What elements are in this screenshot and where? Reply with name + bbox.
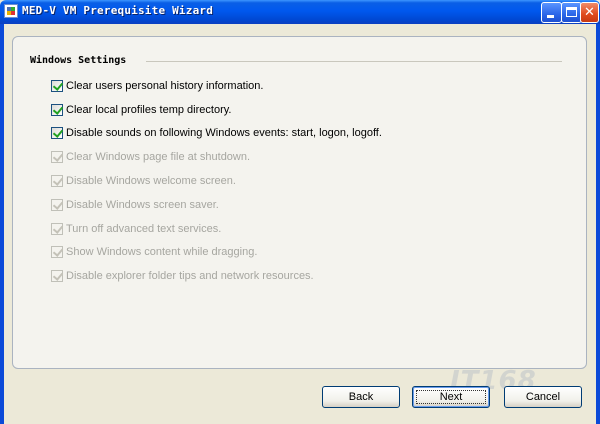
minimize-button[interactable] <box>541 2 562 23</box>
cancel-button[interactable]: Cancel <box>504 386 582 408</box>
option-label: Turn off advanced text services. <box>66 223 222 235</box>
option-clear-temp[interactable]: Clear local profiles temp directory. <box>51 102 231 118</box>
option-label: Disable sounds on following Windows even… <box>66 127 382 139</box>
option-disable-folder-tips: Disable explorer folder tips and network… <box>51 268 314 284</box>
app-icon <box>4 4 18 18</box>
window-title: MED-V VM Prerequisite Wizard <box>22 4 214 17</box>
close-icon: ✕ <box>584 5 595 20</box>
checkbox[interactable] <box>51 127 63 139</box>
focus-ring <box>416 390 486 404</box>
option-label: Disable Windows screen saver. <box>66 199 219 211</box>
option-disable-sounds[interactable]: Disable sounds on following Windows even… <box>51 125 382 141</box>
option-label: Clear users personal history information… <box>66 80 264 92</box>
option-label: Show Windows content while dragging. <box>66 246 258 258</box>
option-clear-history[interactable]: Clear users personal history information… <box>51 78 263 94</box>
checkbox <box>51 175 63 187</box>
option-label: Disable explorer folder tips and network… <box>66 270 314 282</box>
option-label: Clear local profiles temp directory. <box>66 104 232 116</box>
group-divider <box>146 61 562 62</box>
window-frame-right <box>596 24 600 424</box>
checkbox <box>51 151 63 163</box>
checkbox <box>51 246 63 258</box>
group-title: Windows Settings <box>30 55 127 66</box>
checkbox[interactable] <box>51 104 63 116</box>
checkbox[interactable] <box>51 80 63 92</box>
checkbox <box>51 270 63 282</box>
checkbox <box>51 223 63 235</box>
maximize-button[interactable] <box>561 2 582 23</box>
back-button[interactable]: Back <box>322 386 400 408</box>
checkbox <box>51 199 63 211</box>
maximize-icon <box>566 7 577 17</box>
title-bar[interactable]: MED-V VM Prerequisite Wizard ✕ <box>0 0 600 24</box>
next-button[interactable]: Next <box>412 386 490 408</box>
option-clear-pagefile: Clear Windows page file at shutdown. <box>51 149 250 165</box>
option-disable-welcome: Disable Windows welcome screen. <box>51 173 236 189</box>
close-button[interactable]: ✕ <box>580 2 599 23</box>
option-show-content-dragging: Show Windows content while dragging. <box>51 244 257 260</box>
option-label: Clear Windows page file at shutdown. <box>66 151 251 163</box>
option-disable-screensaver: Disable Windows screen saver. <box>51 197 219 213</box>
option-label: Disable Windows welcome screen. <box>66 175 236 187</box>
option-turn-off-text-services: Turn off advanced text services. <box>51 221 221 237</box>
minimize-icon <box>547 15 554 18</box>
window-frame-left <box>0 24 4 424</box>
